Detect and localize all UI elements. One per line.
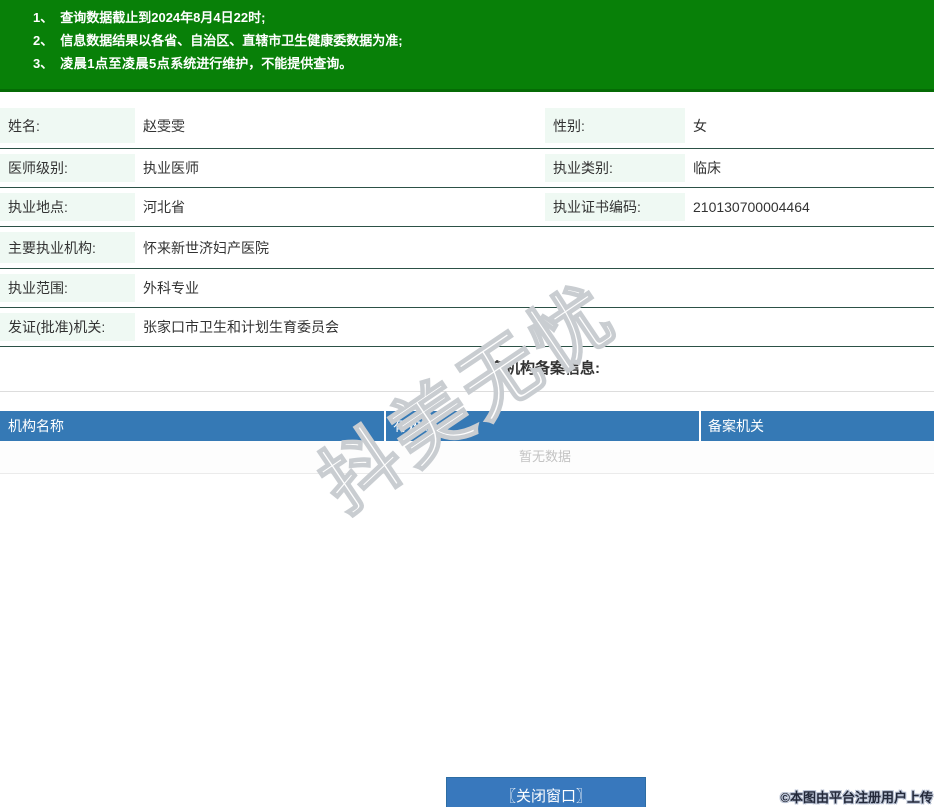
page: 1、查询数据截止到2024年8月4日22时; 2、信息数据结果以各省、自治区、直… bbox=[0, 0, 934, 807]
notice-banner: 1、查询数据截止到2024年8月4日22时; 2、信息数据结果以各省、自治区、直… bbox=[0, 0, 934, 92]
filing-table: 机构名称 有效期 备案机关 暂无数据 bbox=[0, 411, 934, 474]
table-row: 发证(批准)机关: 张家口市卫生和计划生育委员会 bbox=[0, 308, 934, 347]
table-row: 姓名: 赵雯雯 性别: 女 bbox=[0, 103, 934, 149]
document: 1、查询数据截止到2024年8月4日22时; 2、信息数据结果以各省、自治区、直… bbox=[0, 0, 934, 807]
notice-text: 查询数据截止到2024年8月4日22时; bbox=[60, 10, 265, 25]
notice-line: 2、信息数据结果以各省、自治区、直辖市卫生健康委数据为准; bbox=[0, 29, 934, 52]
filing-table-header-row: 机构名称 有效期 备案机关 bbox=[0, 411, 934, 441]
empty-data-placeholder: 暂无数据 bbox=[0, 441, 934, 474]
field-label-issuing-authority: 发证(批准)机关: bbox=[0, 313, 135, 341]
notice-line: 3、凌晨1点至凌晨5点系统进行维护，不能提供查询。 bbox=[0, 52, 934, 75]
column-header-validity-period: 有效期 bbox=[386, 411, 701, 441]
field-value-practice-scope: 外科专业 bbox=[135, 269, 934, 307]
close-window-button[interactable]: 〖关闭窗口〗 bbox=[446, 777, 646, 807]
field-label-gender: 性别: bbox=[545, 108, 685, 143]
field-value-main-institution: 怀来新世济妇产医院 bbox=[135, 227, 934, 268]
table-row: 执业范围: 外科专业 bbox=[0, 269, 934, 308]
field-label-practice-location: 执业地点: bbox=[0, 193, 135, 221]
field-label-doctor-level: 医师级别: bbox=[0, 154, 135, 182]
field-label-practice-category: 执业类别: bbox=[545, 154, 685, 182]
table-row: 主要执业机构: 怀来新世济妇产医院 bbox=[0, 227, 934, 269]
field-label-practice-scope: 执业范围: bbox=[0, 274, 135, 302]
column-header-institution-name: 机构名称 bbox=[0, 411, 386, 441]
field-value-practice-category: 临床 bbox=[685, 149, 934, 187]
notice-number: 1、 bbox=[33, 10, 53, 25]
section-title-multi-institution-filing: 多机构备案信息: bbox=[0, 347, 934, 392]
field-value-name: 赵雯雯 bbox=[135, 103, 545, 148]
field-label-main-institution: 主要执业机构: bbox=[0, 232, 135, 263]
notice-line: 1、查询数据截止到2024年8月4日22时; bbox=[0, 6, 934, 29]
notice-bold-text: 凌晨1点至凌晨5点 bbox=[60, 56, 170, 71]
field-value-gender: 女 bbox=[685, 103, 934, 148]
table-row: 执业地点: 河北省 执业证书编码: 210130700004464 bbox=[0, 188, 934, 227]
notice-number: 2、 bbox=[33, 33, 53, 48]
column-header-filing-authority: 备案机关 bbox=[701, 411, 934, 441]
field-value-certificate-number: 210130700004464 bbox=[685, 188, 934, 226]
field-value-doctor-level: 执业医师 bbox=[135, 149, 545, 187]
practitioner-info-table: 姓名: 赵雯雯 性别: 女 医师级别: 执业医师 执业类别: 临床 执业地点: … bbox=[0, 103, 934, 392]
field-value-practice-location: 河北省 bbox=[135, 188, 545, 226]
field-label-name: 姓名: bbox=[0, 108, 135, 143]
notice-text: 系统进行维护，不能提供查询。 bbox=[170, 56, 352, 71]
table-row: 医师级别: 执业医师 执业类别: 临床 bbox=[0, 149, 934, 188]
notice-text: 信息数据结果以各省、自治区、直辖市卫生健康委数据为准; bbox=[60, 33, 402, 48]
notice-number: 3、 bbox=[33, 56, 53, 71]
field-label-certificate-number: 执业证书编码: bbox=[545, 193, 685, 221]
copyright-stamp: ©本图由平台注册用户上传 bbox=[780, 787, 933, 806]
field-value-issuing-authority: 张家口市卫生和计划生育委员会 bbox=[135, 308, 934, 346]
